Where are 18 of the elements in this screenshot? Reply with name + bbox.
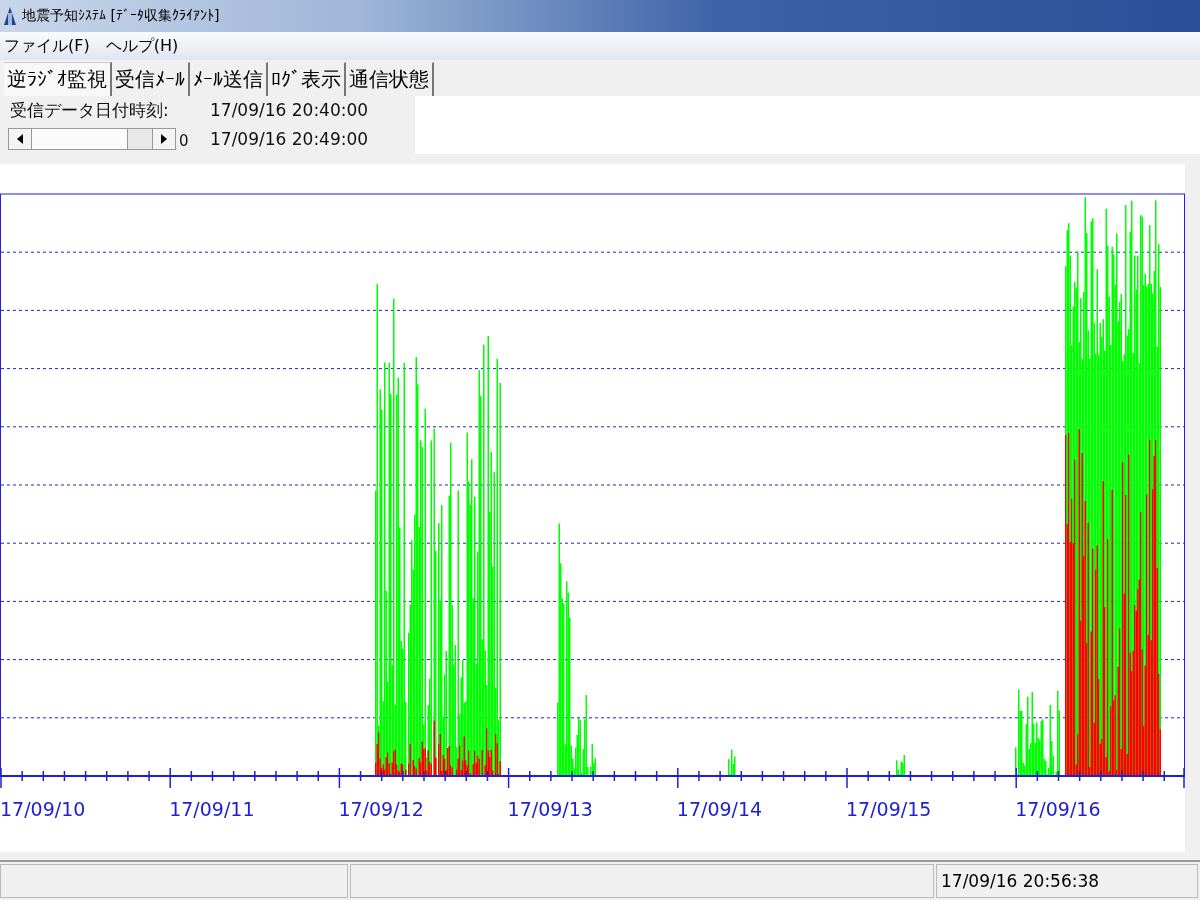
scroll-value: 0 [179, 132, 189, 150]
menu-item[interactable]: ヘルプ(H) [105, 35, 179, 57]
axis-label: 17/09/12 [338, 798, 424, 820]
axis-label: 17/09/10 [0, 798, 86, 820]
axis-label: 17/09/16 [1015, 798, 1101, 820]
scroll-bar[interactable] [8, 128, 176, 150]
axis-label: 17/09/14 [676, 798, 763, 820]
menu-item[interactable]: ファイル(F) [4, 35, 90, 57]
axis-label: 17/09/15 [846, 798, 932, 820]
current-time: 17/09/16 20:49:00 [210, 129, 370, 149]
app-icon [2, 5, 18, 27]
tab[interactable]: 逆ﾗｼﾞｵ監視 [4, 62, 112, 96]
status-time: 17/09/16 20:56:38 [936, 864, 1198, 898]
field-label: 受信データ日付時刻: [9, 98, 170, 122]
axis-label: 17/09/13 [507, 798, 593, 820]
window-title: 地震予知ｼｽﾃﾑ [ﾃﾞｰﾀ収集ｸﾗｲｱﾝﾄ] [22, 7, 220, 25]
axis-label: 17/09/11 [169, 798, 255, 820]
received-time: 17/09/16 20:40:00 [210, 100, 370, 120]
